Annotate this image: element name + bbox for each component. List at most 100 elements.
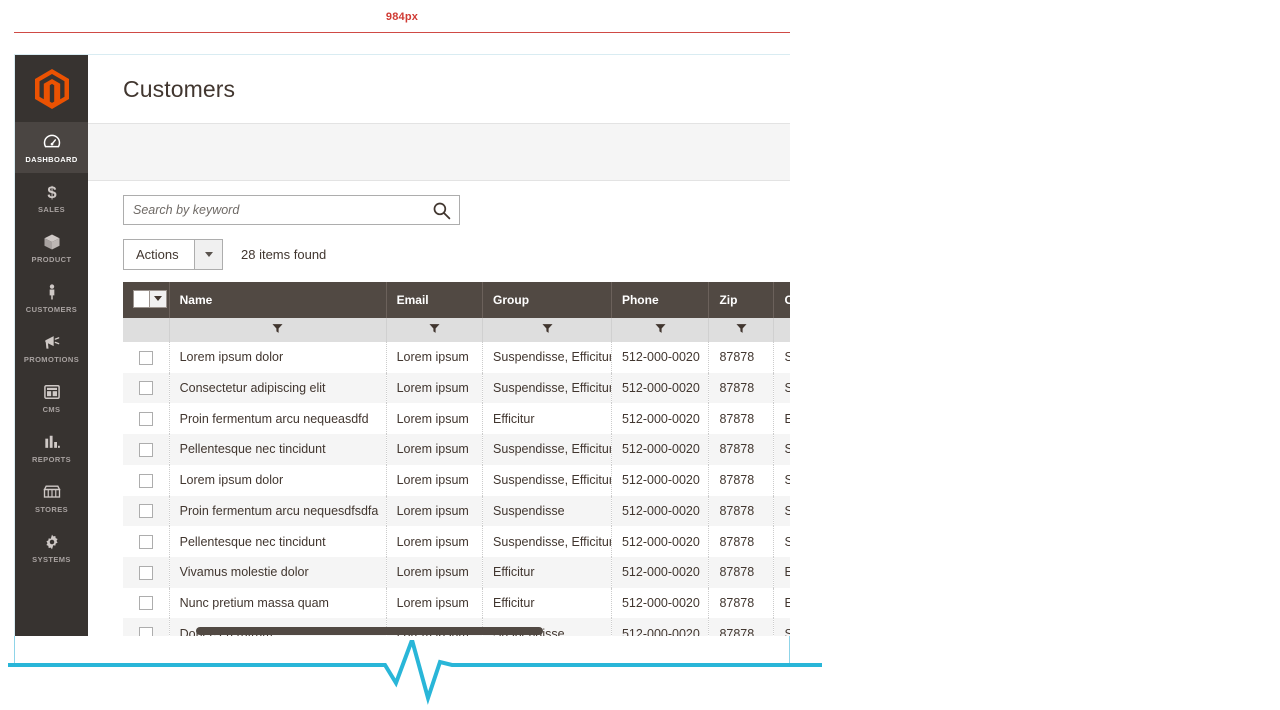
row-select-cell[interactable] <box>123 496 169 527</box>
row-checkbox[interactable] <box>139 566 153 580</box>
row-checkbox[interactable] <box>139 412 153 426</box>
table-row[interactable]: Proin fermentum arcu nequeasdfdLorem ips… <box>123 403 790 434</box>
row-select-cell[interactable] <box>123 557 169 588</box>
cell-group: Suspendisse, Efficitur <box>483 434 612 465</box>
column-header-group[interactable]: Group <box>483 282 612 318</box>
cell-country: Efficitur <box>774 403 790 434</box>
cell-name: Pellentesque nec tincidunt <box>169 526 386 557</box>
viewport-width-annotation-rule <box>14 32 790 33</box>
cell-email: Lorem ipsum <box>386 403 482 434</box>
row-checkbox[interactable] <box>139 351 153 365</box>
page-header: Customers <box>88 55 790 123</box>
table-row[interactable]: Nunc pretium massa quamLorem ipsumEffici… <box>123 588 790 619</box>
cell-zip: 87878 <box>709 526 774 557</box>
row-checkbox[interactable] <box>139 443 153 457</box>
cell-email: Lorem ipsum <box>386 373 482 404</box>
svg-text:$: $ <box>47 183 57 202</box>
table-row[interactable]: Proin fermentum arcu nequesdfsdfaLorem i… <box>123 496 790 527</box>
sidebar-item-promotions[interactable]: PROMOTIONS <box>15 323 88 373</box>
sidebar-item-cms[interactable]: CMS <box>15 373 88 423</box>
row-select-cell[interactable] <box>123 588 169 619</box>
row-select-cell[interactable] <box>123 434 169 465</box>
cell-country: Suspendisse, Efficitur <box>774 434 790 465</box>
cell-zip: 87878 <box>709 618 774 636</box>
cell-zip: 87878 <box>709 496 774 527</box>
search-box[interactable] <box>123 195 460 225</box>
row-checkbox[interactable] <box>139 504 153 518</box>
column-header-label: Phone <box>622 293 659 307</box>
cell-country: Suspendisse, Efficitur <box>774 526 790 557</box>
row-select-cell[interactable] <box>123 373 169 404</box>
cell-country: Efficitur <box>774 588 790 619</box>
table-filter-row <box>123 318 790 342</box>
sidebar: DASHBOARD $ SALES PRODUCT <box>15 55 88 636</box>
sidebar-item-dashboard[interactable]: DASHBOARD <box>15 123 88 173</box>
row-select-cell[interactable] <box>123 526 169 557</box>
column-header-country[interactable]: Country <box>774 282 790 318</box>
table-row[interactable]: Consectetur adipiscing elitLorem ipsumSu… <box>123 373 790 404</box>
row-select-cell[interactable] <box>123 465 169 496</box>
cell-name: Proin fermentum arcu nequeasdfd <box>169 403 386 434</box>
row-checkbox[interactable] <box>139 381 153 395</box>
cell-phone: 512-000-0020 <box>611 434 708 465</box>
funnel-icon <box>736 323 747 334</box>
row-select-cell[interactable] <box>123 403 169 434</box>
sidebar-item-product[interactable]: PRODUCT <box>15 223 88 273</box>
table-row[interactable]: Pellentesque nec tinciduntLorem ipsumSus… <box>123 526 790 557</box>
row-checkbox[interactable] <box>139 596 153 610</box>
table-header-row: NameEmailGroupPhoneZipCountryState/Provi… <box>123 282 790 318</box>
select-all-checkbox[interactable] <box>133 290 167 308</box>
table-row[interactable]: Lorem ipsum dolorLorem ipsumSuspendisse,… <box>123 465 790 496</box>
row-checkbox[interactable] <box>139 474 153 488</box>
viewport-width-annotation-label: 984px <box>14 11 790 23</box>
sidebar-logo[interactable] <box>15 55 88 123</box>
column-filter-zip[interactable] <box>709 318 774 342</box>
column-header-email[interactable]: Email <box>386 282 482 318</box>
select-all-control[interactable] <box>123 282 169 318</box>
column-filter-name[interactable] <box>169 318 386 342</box>
sidebar-item-stores[interactable]: STORES <box>15 473 88 523</box>
sidebar-item-label: STORES <box>35 505 68 514</box>
horizontal-scrollbar[interactable] <box>196 627 543 635</box>
column-filter-country[interactable] <box>774 318 790 342</box>
cell-phone: 512-000-0020 <box>611 342 708 373</box>
cell-group: Suspendisse <box>483 496 612 527</box>
column-header-phone[interactable]: Phone <box>611 282 708 318</box>
search-submit-button[interactable] <box>432 201 451 225</box>
column-filter-phone[interactable] <box>611 318 708 342</box>
row-checkbox[interactable] <box>139 627 153 636</box>
table-row[interactable]: Lorem ipsum dolorLorem ipsumSuspendisse,… <box>123 342 790 373</box>
search-input[interactable] <box>124 196 459 224</box>
sidebar-item-systems[interactable]: SYSTEMS <box>15 523 88 573</box>
sidebar-item-sales[interactable]: $ SALES <box>15 173 88 223</box>
row-checkbox[interactable] <box>139 535 153 549</box>
column-filter-email[interactable] <box>386 318 482 342</box>
row-select-cell[interactable] <box>123 342 169 373</box>
column-filter-empty <box>123 318 169 342</box>
cell-zip: 87878 <box>709 342 774 373</box>
actions-dropdown[interactable]: Actions <box>123 239 223 270</box>
sidebar-item-reports[interactable]: REPORTS <box>15 423 88 473</box>
cell-name: Vivamus molestie dolor <box>169 557 386 588</box>
cell-email: Lorem ipsum <box>386 434 482 465</box>
funnel-icon <box>655 323 666 334</box>
cell-group: Efficitur <box>483 403 612 434</box>
table-row[interactable]: Vivamus molestie dolorLorem ipsumEfficit… <box>123 557 790 588</box>
items-found-count: 28 items found <box>241 247 326 262</box>
grid-controls-row: Actions 28 items found 10 p <box>88 225 790 282</box>
sidebar-item-customers[interactable]: CUSTOMERS <box>15 273 88 323</box>
sidebar-item-label: PROMOTIONS <box>24 355 79 364</box>
customers-grid: NameEmailGroupPhoneZipCountryState/Provi… <box>88 282 790 636</box>
column-filter-group[interactable] <box>483 318 612 342</box>
column-header-label: Email <box>397 293 429 307</box>
cell-phone: 512-000-0020 <box>611 403 708 434</box>
column-header-name[interactable]: Name <box>169 282 386 318</box>
row-select-cell[interactable] <box>123 618 169 636</box>
magento-admin-app: DASHBOARD $ SALES PRODUCT <box>15 55 790 636</box>
column-header-label: Group <box>493 293 529 307</box>
cell-name: Pellentesque nec tincidunt <box>169 434 386 465</box>
column-header-label: Country <box>784 293 790 307</box>
cell-phone: 512-000-0020 <box>611 526 708 557</box>
column-header-zip[interactable]: Zip <box>709 282 774 318</box>
table-row[interactable]: Pellentesque nec tinciduntLorem ipsumSus… <box>123 434 790 465</box>
